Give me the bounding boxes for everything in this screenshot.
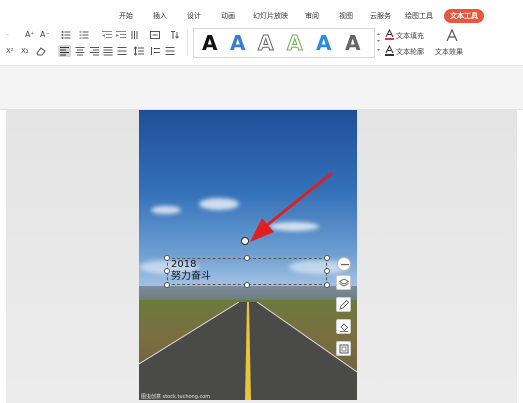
red-pointer-arrow-icon (250, 171, 333, 242)
tab-text-tools[interactable]: 文本工具 (444, 9, 484, 23)
textbox-line-year: 2018 (171, 259, 197, 270)
outline-style-button[interactable] (336, 297, 351, 312)
text-align-vertical-icon[interactable] (165, 46, 175, 56)
road-image (139, 302, 357, 400)
resize-handle-bm[interactable] (244, 282, 250, 288)
style-gray-outline[interactable]: A (257, 31, 274, 56)
ribbon-separator (187, 30, 188, 56)
tab-insert[interactable]: 插入 (153, 11, 167, 21)
text-outline-icon[interactable] (385, 45, 394, 56)
resize-handle-mr[interactable] (324, 268, 330, 274)
style-black-solid[interactable]: A (202, 31, 217, 55)
superscript-button[interactable]: X² (6, 46, 14, 56)
stock-watermark: 图虫创意 stock.tuchong.com (141, 394, 211, 400)
ribbon-tab-bar: 开始 插入 设计 动画 幻灯片放映 审阅 视图 云服务 绘图工具 文本工具 (0, 0, 523, 26)
resize-handle-tm[interactable] (244, 255, 250, 261)
text-direction-icon[interactable] (170, 30, 180, 40)
align-left-icon[interactable] (60, 46, 70, 56)
distribute-icon[interactable] (117, 46, 127, 56)
tab-cloud[interactable]: 云服务 (370, 11, 391, 21)
bullet-list-icon[interactable] (61, 30, 71, 40)
eraser-icon[interactable] (36, 46, 46, 56)
collapse-toolbar-button[interactable] (337, 257, 351, 271)
tab-animation[interactable]: 动画 (221, 11, 235, 21)
tab-review[interactable]: 审阅 (305, 11, 319, 21)
font-size-dropdown-edge[interactable]: - (6, 30, 9, 40)
layer-order-button[interactable] (336, 275, 351, 290)
text-fill-icon[interactable] (385, 29, 394, 40)
style-green-outline[interactable]: A (286, 31, 303, 56)
increase-indent-icon[interactable] (116, 30, 126, 40)
rotate-handle[interactable] (241, 237, 249, 245)
decrease-indent-icon[interactable] (102, 30, 112, 40)
numbered-list-icon[interactable] (79, 30, 89, 40)
tab-design[interactable]: 设计 (187, 11, 201, 21)
minus-circle-icon (341, 263, 349, 265)
paragraph-spacing-icon[interactable] (150, 46, 160, 56)
text-fill-button[interactable]: 文本填充 (396, 31, 424, 41)
text-effect-button[interactable]: 文本效果 (435, 47, 463, 57)
resize-handle-tr[interactable] (324, 255, 330, 261)
style-gray-solid[interactable]: A (345, 31, 360, 55)
style-bright-blue[interactable]: A (316, 31, 331, 55)
shape-fill-button[interactable] (336, 319, 351, 334)
pen-icon (339, 300, 349, 310)
textbox-line-slogan: 努力奋斗 (171, 271, 211, 282)
font-shrink-button[interactable]: A⁻ (40, 30, 50, 40)
layers-icon (339, 278, 349, 287)
textbox-content[interactable]: 2018 努力奋斗 (171, 259, 211, 283)
text-box-icon[interactable] (150, 30, 160, 40)
shape-fill-icon (340, 323, 349, 332)
style-blue-solid[interactable]: A (230, 31, 245, 55)
text-outline-button[interactable]: 文本轮廓 (396, 47, 424, 57)
align-center-icon[interactable] (75, 46, 85, 56)
gallery-scroll-icon[interactable] (376, 30, 381, 56)
resize-handle-bl[interactable] (164, 282, 170, 288)
line-spacing-icon[interactable] (134, 46, 144, 56)
resize-handle-br[interactable] (324, 282, 330, 288)
text-style-gallery: A A A A A A (193, 28, 375, 58)
resize-handle-tl[interactable] (164, 255, 170, 261)
align-right-icon[interactable] (89, 46, 99, 56)
tab-slideshow[interactable]: 幻灯片放映 (253, 11, 288, 21)
font-grow-button[interactable]: A⁺ (25, 30, 35, 40)
text-effect-icon[interactable] (445, 29, 459, 43)
wps-presentation-window: 开始 插入 设计 动画 幻灯片放映 审阅 视图 云服务 绘图工具 文本工具 - … (0, 0, 523, 403)
ribbon-lower-band (0, 66, 523, 110)
resize-handle-ml[interactable] (164, 268, 170, 274)
tab-drawing-tools[interactable]: 绘图工具 (405, 11, 433, 21)
tab-home[interactable]: 开始 (119, 11, 133, 21)
columns-icon[interactable] (131, 30, 141, 40)
border-icon (339, 344, 349, 354)
subscript-button[interactable]: X₂ (21, 46, 29, 56)
justify-icon[interactable] (103, 46, 113, 56)
border-button[interactable] (336, 341, 351, 356)
tab-view[interactable]: 视图 (339, 11, 353, 21)
